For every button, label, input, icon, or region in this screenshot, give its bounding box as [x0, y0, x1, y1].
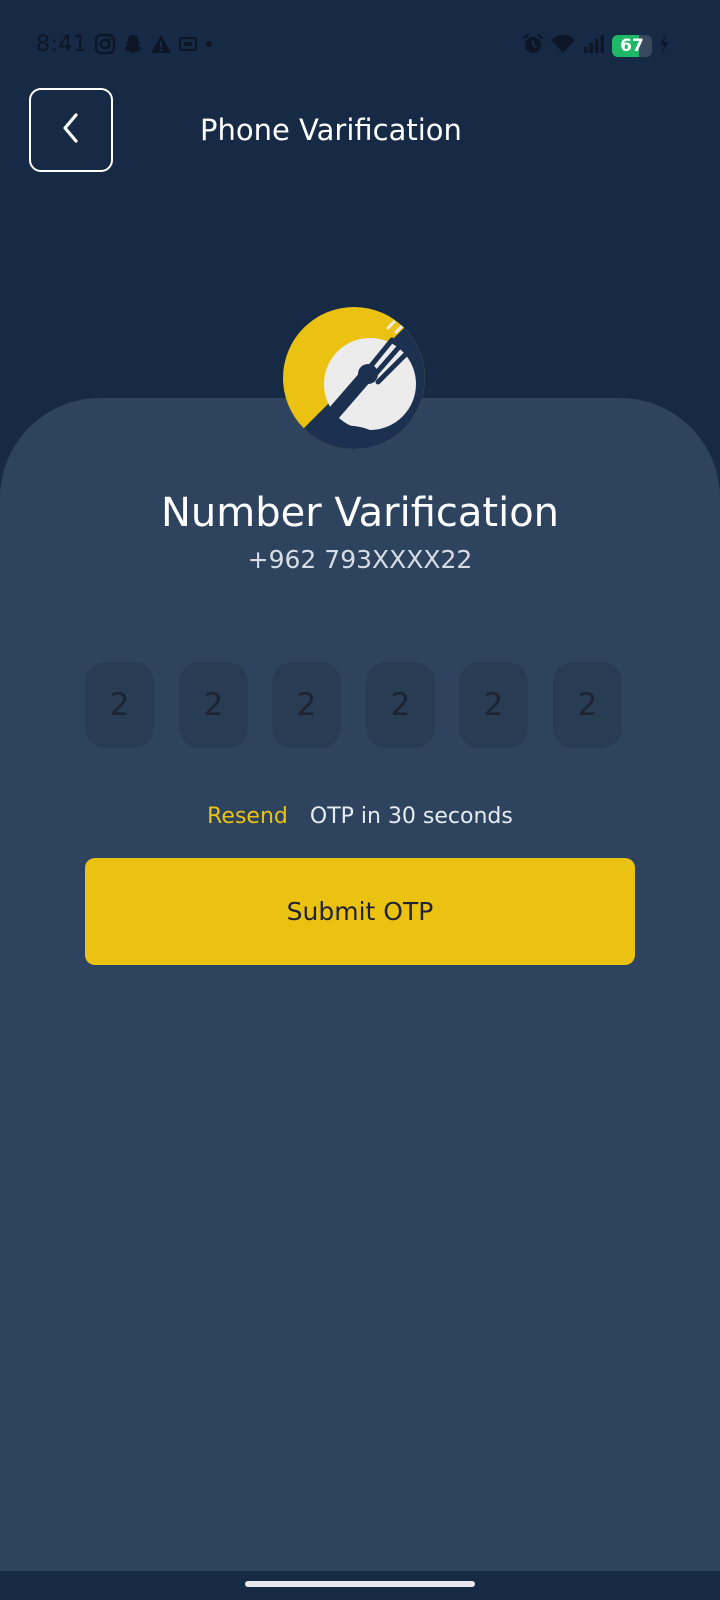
resend-countdown: OTP in 30 seconds: [309, 804, 513, 829]
submit-otp-label: Submit OTP: [286, 897, 434, 926]
charging-icon: [658, 33, 670, 59]
status-bar: 8:41 67: [0, 0, 720, 92]
system-nav-bar: [0, 1571, 720, 1600]
warning-icon: [150, 33, 172, 59]
otp-digit-6[interactable]: 2: [553, 662, 622, 748]
otp-digit-5[interactable]: 2: [459, 662, 528, 748]
otp-input-row: 2 2 2 2 2 2: [85, 662, 635, 748]
otp-digit-2[interactable]: 2: [179, 662, 248, 748]
signal-icon: [582, 33, 606, 59]
app-logo: [282, 306, 426, 450]
back-button[interactable]: [29, 88, 113, 172]
battery-level: 67: [620, 36, 644, 56]
alarm-icon: [522, 33, 544, 59]
resend-row: Resend OTP in 30 seconds: [0, 802, 720, 832]
otp-digit-1[interactable]: 2: [85, 662, 154, 748]
status-right-icons: 67: [522, 33, 670, 59]
snapchat-icon: [122, 33, 144, 59]
submit-otp-button[interactable]: Submit OTP: [85, 858, 635, 965]
battery-icon: 67: [612, 35, 652, 57]
otp-digit-3[interactable]: 2: [272, 662, 341, 748]
otp-digit-4[interactable]: 2: [366, 662, 435, 748]
phone-number: +962 793XXXX22: [247, 545, 473, 574]
chevron-left-icon: [59, 111, 83, 149]
status-time: 8:41: [36, 32, 88, 57]
resend-link[interactable]: Resend: [207, 804, 288, 829]
verification-title: Number Varification: [160, 490, 560, 536]
vpn-icon: [178, 34, 198, 58]
status-left-icons: [94, 33, 214, 59]
home-indicator[interactable]: [245, 1581, 475, 1587]
wifi-icon: [550, 33, 576, 59]
dot-icon: [204, 34, 214, 58]
instagram-icon: [94, 33, 116, 59]
page-title: Phone Varification: [200, 113, 462, 147]
